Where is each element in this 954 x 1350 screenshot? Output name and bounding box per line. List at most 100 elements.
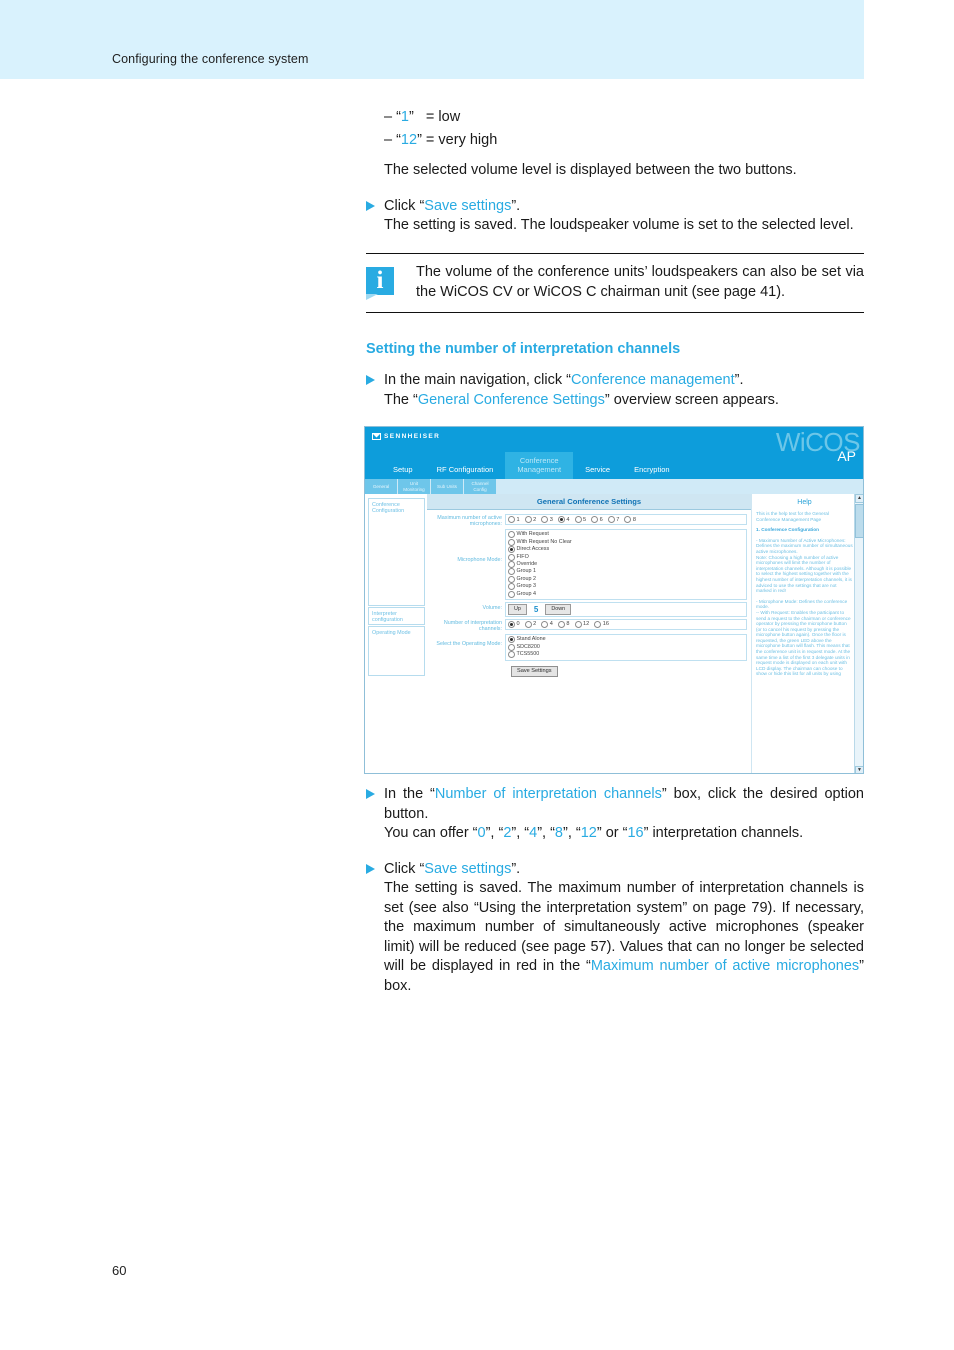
- radio-icon: [508, 651, 515, 659]
- help-panel: Help This is the help text for the Gener…: [751, 494, 863, 773]
- radio-mic-mode-group-4[interactable]: Group 4: [508, 590, 744, 598]
- help-scrollbar[interactable]: ▲ ▼: [854, 494, 863, 773]
- scroll-down-arrow-icon[interactable]: ▼: [855, 766, 863, 773]
- step-triangle-icon: [366, 863, 375, 874]
- radio-mic-mode-with-request-no-clear[interactable]: With Request No Clear: [508, 538, 744, 546]
- radio-icon: [508, 590, 515, 598]
- scroll-up-arrow-icon[interactable]: ▲: [855, 494, 863, 503]
- radio-channels-12[interactable]: 12: [574, 620, 589, 628]
- offer-value-4: 4: [529, 825, 538, 841]
- radio-max-mics-5[interactable]: 5: [574, 516, 586, 523]
- radio-mic-mode-direct-access[interactable]: Direct Access: [508, 546, 744, 554]
- field-volume: Volume: Up 5 Down: [427, 601, 747, 617]
- general-conference-settings-link[interactable]: General Conference Settings: [418, 392, 605, 408]
- radio-icon: [594, 620, 602, 628]
- max-microphones-label: Maximum number of active microphones:: [437, 515, 502, 528]
- number-of-interpretation-channels-link[interactable]: Number of interpretation channels: [435, 786, 662, 802]
- radio-operating-mode-stand-alone[interactable]: Stand Alone: [508, 636, 744, 644]
- radio-max-mics-6[interactable]: 6: [591, 516, 603, 523]
- radio-max-mics-4[interactable]: 4: [557, 516, 570, 523]
- save-settings-button[interactable]: Save Settings: [511, 665, 558, 677]
- subtab-general[interactable]: General: [365, 479, 397, 494]
- click-suffix: ”.: [511, 860, 521, 877]
- radio-mic-mode-group-2[interactable]: Group 2: [508, 575, 744, 583]
- step-line-click-save-2: Click “Save settings”.: [384, 860, 864, 880]
- tab-conference-management[interactable]: Conference Management: [505, 452, 574, 479]
- radio-label: Group 1: [516, 568, 536, 575]
- radio-max-mics-8[interactable]: 8: [624, 516, 636, 523]
- embedded-app-screenshot: SENNHEISER WiCOS AP Setup RF Configurati…: [364, 426, 864, 774]
- radio-channels-8[interactable]: 8: [557, 620, 570, 628]
- tab-setup[interactable]: Setup: [381, 463, 425, 480]
- sidebar-item-conference-configuration[interactable]: Conference Configuration: [368, 498, 425, 606]
- dash-quote-open-high: – “: [384, 132, 401, 148]
- app-sub-tabs: General Unit Monitoring Sub Units Channe…: [365, 479, 863, 494]
- scroll-thumb[interactable]: [855, 504, 863, 538]
- radio-label: 4: [566, 516, 570, 523]
- volume-down-button[interactable]: Down: [545, 603, 572, 615]
- radio-max-mics-3[interactable]: 3: [541, 516, 553, 523]
- radio-max-mics-1[interactable]: 1: [508, 516, 520, 523]
- app-body: Conference Configuration Interpreter con…: [365, 494, 863, 773]
- radio-icon: [508, 583, 515, 591]
- radio-icon: [574, 516, 582, 523]
- radio-icon: [508, 568, 515, 576]
- volume-value: 5: [533, 604, 539, 614]
- radio-icon: [591, 516, 599, 523]
- radio-operating-mode-tcs5500[interactable]: TCS5500: [508, 651, 744, 659]
- app-sidebar: Conference Configuration Interpreter con…: [365, 494, 427, 773]
- save-settings-link[interactable]: Save settings: [424, 198, 511, 214]
- radio-label: 2: [533, 516, 537, 523]
- subtab-unit-monitoring[interactable]: Unit Monitoring: [398, 479, 430, 494]
- sidebar-item-operating-mode[interactable]: Operating Mode: [368, 626, 425, 676]
- volume-control: Up 5 Down: [505, 601, 747, 617]
- conference-management-link[interactable]: Conference management: [571, 372, 735, 388]
- tab-encryption[interactable]: Encryption: [622, 463, 681, 480]
- radio-max-mics-2[interactable]: 2: [524, 516, 537, 523]
- radio-icon: [624, 516, 632, 523]
- radio-channels-2[interactable]: 2: [524, 620, 536, 628]
- volume-level-item-high: – “12” = very high: [384, 129, 864, 152]
- radio-icon: [508, 546, 515, 554]
- step-result-channels-saved: The setting is saved. The maximum number…: [384, 879, 864, 996]
- radio-max-mics-7[interactable]: 7: [607, 516, 619, 523]
- radio-label: 0: [516, 621, 520, 628]
- radio-icon: [524, 620, 532, 628]
- radio-icon: [557, 620, 565, 628]
- tab-rf-configuration[interactable]: RF Configuration: [425, 463, 506, 480]
- radio-label: 16: [602, 621, 609, 628]
- tab-service[interactable]: Service: [573, 463, 622, 480]
- radio-mic-mode-group-1[interactable]: Group 1: [508, 568, 744, 576]
- subtab-channel-config[interactable]: Channel Config: [464, 479, 496, 494]
- radio-channels-4[interactable]: 4: [541, 620, 553, 628]
- radio-channels-16[interactable]: 16: [594, 620, 609, 628]
- app-header: SENNHEISER WiCOS AP Setup RF Configurati…: [365, 427, 863, 479]
- microphone-mode-label: Microphone Mode:: [457, 557, 502, 564]
- radio-mic-mode-with-request[interactable]: With Request: [508, 531, 744, 539]
- radio-label: 1: [516, 516, 520, 523]
- radio-label: With Request: [516, 531, 549, 538]
- radio-icon: [541, 620, 549, 628]
- offer-prefix: You can offer “: [384, 825, 478, 841]
- page-number: 60: [112, 1263, 127, 1278]
- radio-operating-mode-sdc8200[interactable]: SDC8200: [508, 643, 744, 651]
- operating-mode-options: Stand Alone SDC8200 TCS5500: [505, 634, 747, 661]
- conference-settings-form: Maximum number of active microphones: 1 …: [427, 510, 751, 677]
- operating-mode-label: Select the Operating Mode:: [436, 641, 502, 648]
- maximum-number-of-active-microphones-link[interactable]: Maximum number of active microphones: [591, 958, 859, 974]
- subtab-sub-units[interactable]: Sub Units: [431, 479, 463, 494]
- radio-channels-0[interactable]: 0: [508, 620, 520, 628]
- radio-mic-mode-fifo[interactable]: FIFO: [508, 553, 744, 561]
- radio-mic-mode-override[interactable]: Override: [508, 560, 744, 568]
- click-prefix: Click “: [384, 197, 425, 214]
- sidebar-item-interpreter-configuration[interactable]: Interpreter configuration: [368, 607, 425, 625]
- click-prefix: Click “: [384, 860, 425, 877]
- radio-icon: [508, 643, 515, 651]
- document-page: Configuring the conference system – “1” …: [0, 0, 954, 1350]
- radio-mic-mode-group-3[interactable]: Group 3: [508, 583, 744, 591]
- panel-title: General Conference Settings: [427, 494, 751, 510]
- save-settings-link[interactable]: Save settings: [424, 861, 511, 877]
- volume-up-button[interactable]: Up: [508, 603, 527, 615]
- microphone-mode-options: With Request With Request No Clear Direc…: [505, 529, 747, 600]
- content-column: – “1” = low – “12” = very high The selec…: [366, 106, 864, 236]
